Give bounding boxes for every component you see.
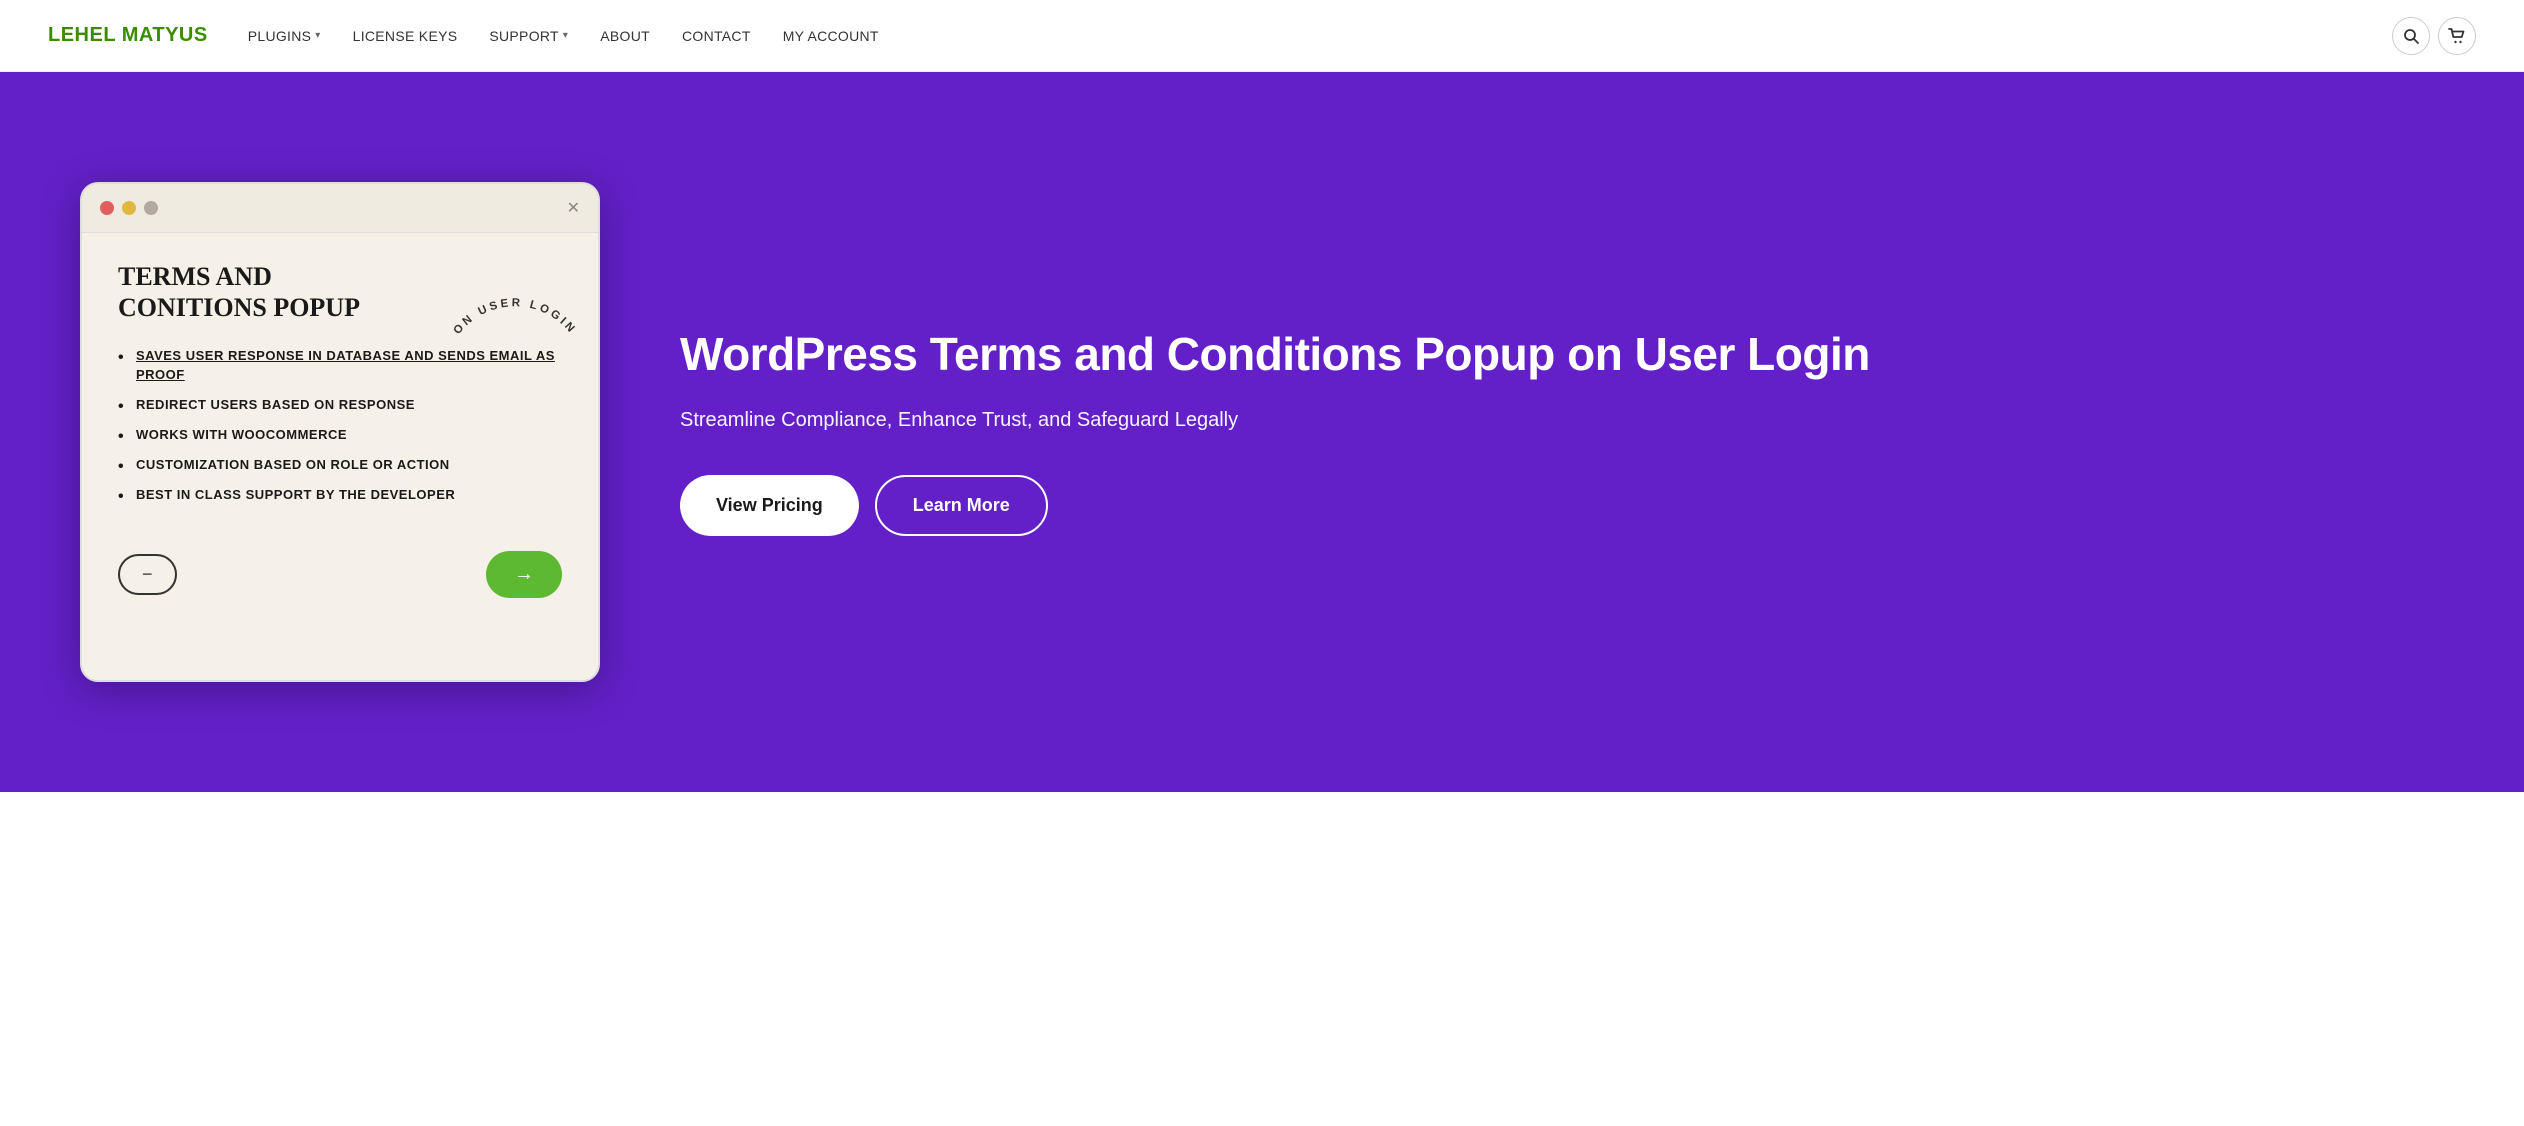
popup-illustration: ✕ ON USER LOGIN TERMS AND CONITIONS POPU…: [80, 182, 600, 682]
hero-subheading: Streamline Compliance, Enhance Trust, an…: [680, 405, 2444, 435]
nav-support[interactable]: SUPPORT ▾: [489, 28, 568, 44]
nav-my-account[interactable]: MY ACCOUNT: [783, 28, 879, 44]
learn-more-button[interactable]: Learn More: [875, 475, 1048, 536]
nav-plugins[interactable]: PLUGINS ▾: [248, 28, 321, 44]
cart-icon: [2448, 28, 2466, 44]
tl-gray: [144, 201, 158, 215]
main-nav: PLUGINS ▾ LICENSE KEYS SUPPORT ▾ ABOUT C…: [248, 28, 2392, 44]
tl-red: [100, 201, 114, 215]
chevron-down-icon: ▾: [563, 30, 568, 41]
cart-button[interactable]: [2438, 17, 2476, 55]
hero-buttons: View Pricing Learn More: [680, 475, 2444, 536]
popup-title: TERMS AND CONITIONS POPUP: [118, 261, 378, 323]
site-logo[interactable]: LEHEL MATYUS: [48, 24, 208, 47]
search-icon: [2403, 28, 2419, 44]
popup-arrow-button[interactable]: →: [486, 551, 562, 598]
list-item: REDIRECT USERS BASED ON RESPONSE: [118, 396, 562, 414]
hero-heading: WordPress Terms and Conditions Popup on …: [680, 328, 2444, 381]
traffic-lights: [100, 201, 158, 215]
hero-section: ✕ ON USER LOGIN TERMS AND CONITIONS POPU…: [0, 72, 2524, 792]
list-item: CUSTOMIZATION BASED ON ROLE OR ACTION: [118, 456, 562, 474]
arc-text-svg: ON USER LOGIN: [450, 243, 580, 343]
popup-close-button[interactable]: ✕: [567, 198, 580, 218]
header: LEHEL MATYUS PLUGINS ▾ LICENSE KEYS SUPP…: [0, 0, 2524, 72]
popup-titlebar: ✕: [82, 184, 598, 233]
arrow-icon: →: [514, 563, 534, 586]
hero-text-block: WordPress Terms and Conditions Popup on …: [680, 328, 2444, 536]
popup-minus-button[interactable]: −: [118, 554, 177, 595]
chevron-down-icon: ▾: [315, 30, 320, 41]
popup-feature-list: SAVES USER RESPONSE IN DATABASE AND SEND…: [118, 347, 562, 504]
view-pricing-button[interactable]: View Pricing: [680, 475, 859, 536]
list-item: WORKS WITH WOOCOMMERCE: [118, 426, 562, 444]
nav-about[interactable]: ABOUT: [600, 28, 650, 44]
tl-yellow: [122, 201, 136, 215]
popup-footer: − →: [82, 535, 598, 626]
search-button[interactable]: [2392, 17, 2430, 55]
svg-text:ON USER LOGIN: ON USER LOGIN: [452, 297, 579, 337]
list-item: BEST IN CLASS SUPPORT BY THE DEVELOPER: [118, 486, 562, 504]
header-icons: [2392, 17, 2476, 55]
list-item: SAVES USER RESPONSE IN DATABASE AND SEND…: [118, 347, 562, 383]
nav-license-keys[interactable]: LICENSE KEYS: [353, 28, 458, 44]
nav-contact[interactable]: CONTACT: [682, 28, 751, 44]
popup-body: ON USER LOGIN TERMS AND CONITIONS POPUP …: [82, 233, 598, 535]
